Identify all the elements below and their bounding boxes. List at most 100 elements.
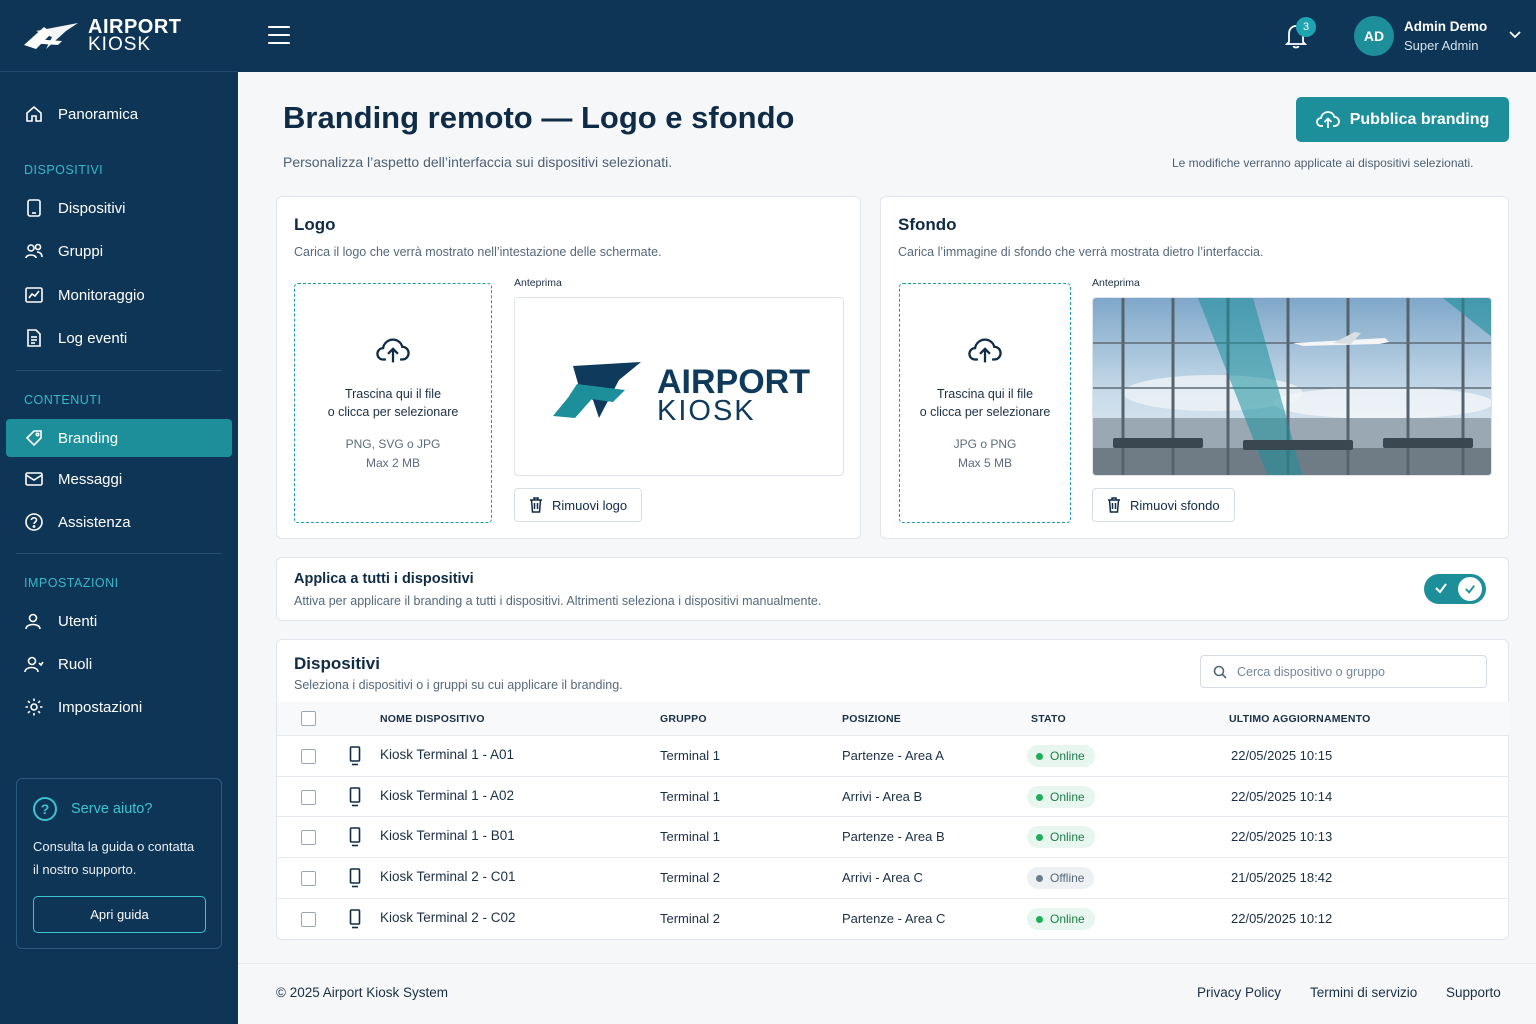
device-position: Arrivi - Area C — [842, 870, 923, 885]
table-row[interactable]: Kiosk Terminal 2 - C02 Terminal 2 Parten… — [277, 898, 1509, 939]
status-text: Online — [1050, 912, 1085, 926]
user-icon — [24, 611, 44, 631]
logo-preview-label: Anteprima — [514, 277, 562, 289]
nav-label: Monitoraggio — [58, 286, 145, 304]
device-updated: 22/05/2025 10:15 — [1231, 748, 1333, 763]
status-text: Online — [1050, 830, 1085, 844]
open-guide-button[interactable]: Apri guida — [33, 896, 206, 933]
chevron-down-icon[interactable] — [1508, 30, 1522, 40]
check-icon — [1465, 585, 1475, 594]
footer-link-terms[interactable]: Termini di servizio — [1310, 985, 1417, 1000]
nav-section-contenuti: CONTENUTI — [24, 393, 102, 407]
nav-label: Impostazioni — [58, 698, 143, 716]
avatar[interactable]: AD — [1354, 16, 1394, 56]
column-header-status[interactable]: STATO — [1031, 713, 1066, 725]
table-row[interactable]: Kiosk Terminal 1 - A01 Terminal 1 Parten… — [277, 735, 1509, 776]
device-updated: 21/05/2025 18:42 — [1231, 870, 1333, 885]
nav-item-ruoli[interactable]: Ruoli — [6, 645, 232, 683]
table-row[interactable]: Kiosk Terminal 2 - C01 Terminal 2 Arrivi… — [277, 857, 1509, 898]
search-placeholder: Cerca dispositivo o gruppo — [1237, 664, 1385, 679]
row-checkbox[interactable] — [301, 912, 316, 927]
row-checkbox[interactable] — [301, 749, 316, 764]
devices-title: Dispositivi — [294, 654, 380, 673]
status-badge: Online — [1027, 786, 1095, 808]
column-header-group[interactable]: GRUPPO — [660, 713, 707, 725]
page-subtitle: Personalizza l’aspetto dell’interfaccia … — [283, 154, 673, 170]
remove-logo-label: Rimuovi logo — [552, 497, 628, 513]
device-name: Kiosk Terminal 2 - C02 — [380, 910, 516, 925]
nav-label: Assistenza — [58, 513, 131, 531]
help-box: ? Serve aiuto? Consulta la guida o conta… — [16, 778, 222, 949]
background-preview-label: Anteprima — [1092, 277, 1140, 289]
background-card: Sfondo Carica l’immagine di sfondo che v… — [880, 196, 1509, 539]
device-group: Terminal 1 — [660, 829, 720, 844]
footer-link-privacy[interactable]: Privacy Policy — [1197, 985, 1281, 1000]
nav-item-monitoraggio[interactable]: Monitoraggio — [6, 276, 232, 314]
footer-link-support[interactable]: Supporto — [1446, 985, 1501, 1000]
nav-item-impostazioni[interactable]: Impostazioni — [6, 688, 232, 726]
nav-item-gruppi[interactable]: Gruppi — [6, 232, 232, 270]
status-badge: Online — [1027, 745, 1095, 767]
device-name: Kiosk Terminal 1 - B01 — [380, 828, 515, 843]
cloud-upload-icon — [376, 338, 410, 363]
nav-item-assistenza[interactable]: Assistenza — [6, 503, 232, 541]
airport-terminal-image — [1093, 298, 1491, 475]
nav-item-messaggi[interactable]: Messaggi — [6, 460, 232, 498]
nav-item-log-eventi[interactable]: Log eventi — [6, 319, 232, 357]
nav-item-panoramica[interactable]: Panoramica — [6, 95, 232, 133]
device-name: Kiosk Terminal 1 - A01 — [380, 747, 515, 762]
remove-logo-button[interactable]: Rimuovi logo — [514, 488, 643, 522]
device-position: Partenze - Area B — [842, 829, 945, 844]
brand-name-line1: AIRPORT — [88, 15, 182, 38]
nav-item-utenti[interactable]: Utenti — [6, 602, 232, 640]
help-description-line2: il nostro supporto. — [33, 862, 137, 877]
remove-background-button[interactable]: Rimuovi sfondo — [1092, 488, 1235, 522]
publish-branding-label: Pubblica branding — [1349, 110, 1490, 128]
status-dot — [1036, 833, 1043, 841]
user-name[interactable]: Admin Demo — [1404, 19, 1487, 34]
background-dropzone[interactable]: Trascina qui il file o clicca per selezi… — [899, 283, 1071, 523]
search-icon — [1213, 665, 1227, 679]
logo-preview-text-line2: KIOSK — [657, 395, 756, 427]
row-checkbox[interactable] — [301, 871, 316, 886]
tag-icon — [24, 428, 44, 448]
user-role: Super Admin — [1404, 38, 1479, 53]
brand-logo[interactable]: AIRPORT KIOSK — [0, 0, 238, 72]
nav-item-branding[interactable]: Branding — [6, 419, 232, 457]
sidebar: AIRPORT KIOSK Panoramica DISPOSITIVI Dis… — [0, 0, 238, 1024]
table-row[interactable]: Kiosk Terminal 1 - B01 Terminal 1 Parten… — [277, 816, 1509, 857]
nav-label: Gruppi — [58, 242, 104, 260]
status-badge: Offline — [1027, 867, 1095, 889]
device-name: Kiosk Terminal 1 - A02 — [380, 788, 515, 803]
document-icon — [24, 328, 44, 348]
notification-badge: 3 — [1296, 17, 1316, 37]
column-header-name[interactable]: NOME DISPOSITIVO — [380, 713, 485, 725]
nav-label: Messaggi — [58, 470, 123, 488]
nav-label: Dispositivi — [58, 199, 126, 217]
logo-dropzone[interactable]: Trascina qui il file o clicca per selezi… — [294, 283, 492, 523]
table-row[interactable]: Kiosk Terminal 1 - A02 Terminal 1 Arrivi… — [277, 776, 1509, 817]
dropzone-max-size: Max 5 MB — [957, 456, 1012, 470]
device-search-input[interactable]: Cerca dispositivo o gruppo — [1200, 655, 1487, 688]
column-header-position[interactable]: POSIZIONE — [842, 713, 901, 725]
nav-item-dispositivi[interactable]: Dispositivi — [6, 189, 232, 227]
brand-name-line2: KIOSK — [88, 33, 152, 55]
topbar: 3 AD Admin Demo Super Admin — [238, 0, 1536, 72]
menu-toggle-icon[interactable] — [268, 26, 290, 44]
status-badge: Online — [1027, 826, 1095, 848]
row-checkbox[interactable] — [301, 790, 316, 805]
column-header-updated[interactable]: ULTIMO AGGIORNAMENTO — [1229, 713, 1370, 725]
dropzone-max-size: Max 2 MB — [365, 456, 420, 470]
check-icon — [1435, 583, 1447, 594]
nav-divider — [16, 370, 222, 371]
status-dot — [1036, 752, 1043, 760]
select-all-checkbox[interactable] — [301, 711, 316, 726]
cloud-upload-icon — [1315, 110, 1340, 128]
help-title: Serve aiuto? — [71, 801, 153, 817]
apply-all-toggle[interactable] — [1424, 574, 1486, 604]
row-checkbox[interactable] — [301, 830, 316, 845]
dropzone-line2: o clicca per selezionare — [919, 405, 1051, 419]
publish-branding-button[interactable]: Pubblica branding — [1296, 97, 1509, 142]
apply-all-title: Applica a tutti i dispositivi — [294, 571, 474, 587]
device-group: Terminal 2 — [660, 911, 720, 926]
